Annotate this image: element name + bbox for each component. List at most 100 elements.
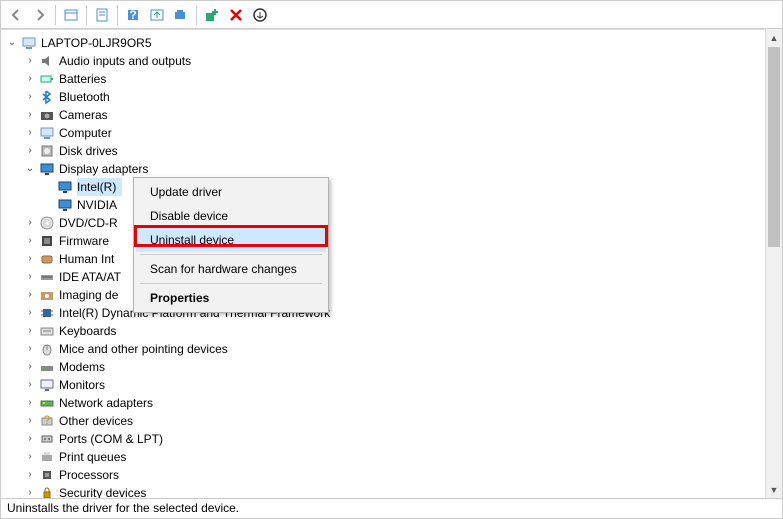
expand-icon[interactable]: ›: [23, 360, 37, 374]
tree-category[interactable]: › Imaging de: [1, 286, 782, 304]
expand-icon[interactable]: ›: [23, 54, 37, 68]
expand-icon[interactable]: ›: [23, 108, 37, 122]
tree-category-label: Batteries: [59, 70, 112, 88]
expand-icon[interactable]: ›: [23, 324, 37, 338]
tree-category[interactable]: ⌄ Display adapters: [1, 160, 782, 178]
tree-category-label: Processors: [59, 466, 125, 484]
status-bar: Uninstalls the driver for the selected d…: [1, 498, 782, 518]
tree-device-label: NVIDIA: [77, 196, 123, 214]
expand-icon[interactable]: ›: [23, 234, 37, 248]
expand-icon[interactable]: ›: [23, 216, 37, 230]
expand-icon[interactable]: ›: [23, 306, 37, 320]
tree-category-label: Print queues: [59, 448, 132, 466]
tree-category[interactable]: ›Firmware: [1, 232, 782, 250]
expand-icon[interactable]: ›: [23, 468, 37, 482]
menu-item[interactable]: Disable device: [136, 204, 326, 228]
tree-category-label: Human Int: [59, 250, 120, 268]
other-icon: ?: [39, 413, 55, 429]
tree-category[interactable]: ›Cameras: [1, 106, 782, 124]
expand-icon[interactable]: ›: [23, 288, 37, 302]
back-button[interactable]: [5, 4, 27, 26]
device-tree: ⌄ LAPTOP-0LJR9OR5 ›Audio inputs and outp…: [1, 30, 782, 498]
tree-category[interactable]: › Processors: [1, 466, 782, 484]
tree-category[interactable]: ›Audio inputs and outputs: [1, 52, 782, 70]
menu-item[interactable]: Update driver: [136, 180, 326, 204]
battery-icon: [39, 71, 55, 87]
tree-category[interactable]: ›Mice and other pointing devices: [1, 340, 782, 358]
help-button[interactable]: ?: [122, 4, 144, 26]
expand-icon[interactable]: ›: [23, 396, 37, 410]
expand-icon[interactable]: ⌄: [23, 162, 37, 176]
tree-category[interactable]: › Batteries: [1, 70, 782, 88]
tree-category[interactable]: ›Security devices: [1, 484, 782, 498]
toolbar-separator: [86, 5, 87, 25]
tree-root-label: LAPTOP-0LJR9OR5: [41, 34, 158, 52]
tree-category[interactable]: ›?Other devices: [1, 412, 782, 430]
monitor-icon: [39, 377, 55, 393]
expand-icon[interactable]: ›: [23, 144, 37, 158]
update-driver-button[interactable]: [146, 4, 168, 26]
more-button[interactable]: [249, 4, 271, 26]
expand-icon[interactable]: ›: [23, 450, 37, 464]
tree-category[interactable]: ›DVD/CD-R: [1, 214, 782, 232]
chip-icon: [39, 305, 55, 321]
show-hidden-button[interactable]: [60, 4, 82, 26]
context-menu: Update driverDisable deviceUninstall dev…: [133, 177, 329, 313]
tree-category-label: Ports (COM & LPT): [59, 430, 169, 448]
toolbar: ?: [1, 1, 782, 29]
tree-category[interactable]: › Print queues: [1, 448, 782, 466]
vertical-scrollbar[interactable]: ▲ ▼: [765, 29, 782, 498]
display-icon: [57, 179, 73, 195]
tree-category[interactable]: ›Keyboards: [1, 322, 782, 340]
tree-device[interactable]: Intel(R): [1, 178, 782, 196]
tree-category[interactable]: ›Computer: [1, 124, 782, 142]
tree-category-label: Bluetooth: [59, 88, 116, 106]
display-icon: [39, 161, 55, 177]
menu-separator: [140, 254, 322, 255]
expand-icon[interactable]: ›: [23, 486, 37, 498]
tree-device[interactable]: NVIDIA: [1, 196, 782, 214]
expand-icon[interactable]: ›: [23, 72, 37, 86]
tree-category[interactable]: ›Intel(R) Dynamic Platform and Thermal F…: [1, 304, 782, 322]
expand-icon[interactable]: ›: [23, 342, 37, 356]
tree-category[interactable]: › Human Int: [1, 250, 782, 268]
tree-root[interactable]: ⌄ LAPTOP-0LJR9OR5: [1, 34, 782, 52]
expand-icon[interactable]: ›: [23, 90, 37, 104]
tree-category[interactable]: ›Network adapters: [1, 394, 782, 412]
menu-item[interactable]: Uninstall device: [136, 228, 326, 252]
forward-button[interactable]: [29, 4, 51, 26]
audio-icon: [39, 53, 55, 69]
expand-icon[interactable]: ⌄: [5, 36, 19, 50]
add-legacy-button[interactable]: [201, 4, 223, 26]
scroll-thumb[interactable]: [768, 47, 780, 247]
tree-category[interactable]: ›Disk drives: [1, 142, 782, 160]
scroll-down-icon[interactable]: ▼: [766, 481, 782, 498]
firmware-icon: [39, 233, 55, 249]
tree-category-label: Display adapters: [59, 160, 154, 178]
tree-category-label: Monitors: [59, 376, 111, 394]
expand-icon[interactable]: ›: [23, 252, 37, 266]
expand-icon[interactable]: ›: [23, 432, 37, 446]
properties-button[interactable]: [91, 4, 113, 26]
modem-icon: [39, 359, 55, 375]
expand-icon[interactable]: ›: [23, 414, 37, 428]
expand-icon[interactable]: ›: [23, 270, 37, 284]
expand-icon[interactable]: ›: [23, 126, 37, 140]
menu-item[interactable]: Properties: [136, 286, 326, 310]
display-icon: [57, 197, 73, 213]
uninstall-button[interactable]: [225, 4, 247, 26]
computer-icon: [39, 125, 55, 141]
tree-category[interactable]: › Bluetooth: [1, 88, 782, 106]
toolbar-separator: [117, 5, 118, 25]
tree-category-label: IDE ATA/AT: [59, 268, 127, 286]
mouse-icon: [39, 341, 55, 357]
scan-hardware-button[interactable]: [170, 4, 192, 26]
scroll-up-icon[interactable]: ▲: [766, 29, 782, 46]
tree-category[interactable]: › IDE ATA/AT: [1, 268, 782, 286]
tree-category-label: Imaging de: [59, 286, 124, 304]
tree-category[interactable]: › Ports (COM & LPT): [1, 430, 782, 448]
expand-icon[interactable]: ›: [23, 378, 37, 392]
tree-category[interactable]: › Monitors: [1, 376, 782, 394]
menu-item[interactable]: Scan for hardware changes: [136, 257, 326, 281]
tree-category[interactable]: ›Modems: [1, 358, 782, 376]
